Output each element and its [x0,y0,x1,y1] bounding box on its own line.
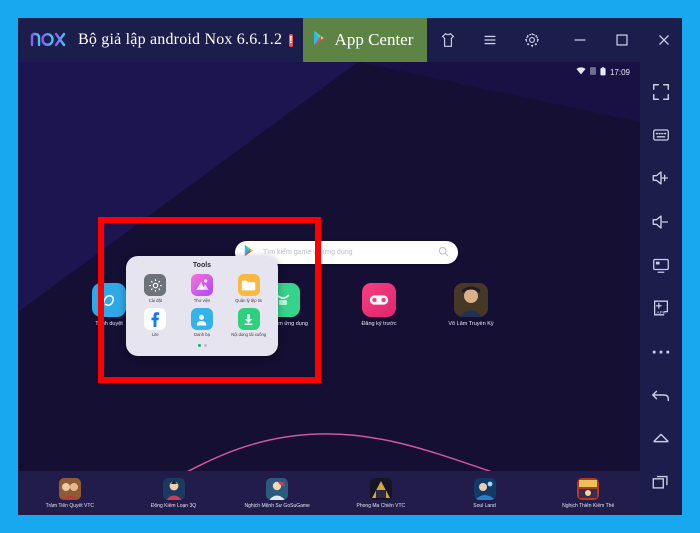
folder-app-label: Thư viện [193,298,211,303]
downloads-icon [237,308,260,330]
screenshot-icon[interactable] [640,243,682,286]
status-time: 17:09 [609,67,630,77]
title-bar: Bộ giả lập android Nox 6.6.1.2 ! App Cen… [18,18,682,62]
svg-text:APK: APK [656,310,666,316]
desktop-icon-vltk[interactable]: Võ Lâm Truyền Kỳ [440,283,502,328]
file-manager-icon [237,274,260,296]
facebook-lite-icon [144,308,167,330]
nox-emulator-window: Bộ giả lập android Nox 6.6.1.2 ! App Cen… [0,0,700,533]
gear-icon[interactable] [511,18,553,62]
battery-icon [600,66,606,78]
dock-item-label: Phong Ma Chiến VTC [356,502,406,509]
folder-app-settings[interactable]: Cài đặt [132,274,179,304]
maximize-icon[interactable] [601,18,643,62]
game-phongma-icon [369,477,392,500]
folder-app-file-manager[interactable]: Quản lý tệp tin [225,274,272,304]
search-icon[interactable] [438,244,449,262]
volume-up-icon[interactable] [640,157,682,200]
home-icon[interactable] [640,417,682,460]
dock-item-label: Trảm Tiên Quyết VTC [45,502,95,509]
signal-icon [589,67,596,77]
game-soulland-icon [473,477,496,500]
collapse-icon[interactable] [685,18,700,62]
folder-title: Tools [192,262,212,269]
folder-app-grid: Cài đặt Thư viện Quản lý tệp tin Lite Da… [126,274,278,338]
wifi-icon [576,67,586,77]
tools-folder[interactable]: Tools Cài đặt Thư viện Quản lý tệp tin L… [126,256,278,356]
game-dongkiem-icon [162,477,185,500]
game-nghichmenh-icon [266,477,289,500]
tshirt-theme-icon[interactable] [427,18,469,62]
game-nghichthien-icon [577,477,600,500]
install-apk-icon[interactable]: APK [640,287,682,330]
pre-register-icon [362,283,396,317]
folder-page-dots [126,334,278,352]
app-center-label: App Center [334,30,414,49]
folder-app-label: Cài đặt [148,298,162,303]
emulator-screen[interactable]: 17:09 Trình duyệt Trung tâm ứng dụng Đăn… [18,62,640,515]
keyboard-icon[interactable] [640,113,682,156]
page-dot [203,344,207,347]
window-title: Bộ giả lập android Nox 6.6.1.2 [78,31,283,48]
desktop-icon-pre-register[interactable]: Đăng ký trước [348,283,410,328]
dock-item-label: Soul Land [473,502,496,509]
folder-app-gallery[interactable]: Thư viện [179,274,226,304]
status-bar: 17:09 [576,62,630,82]
game-tramtien-icon [58,477,81,500]
more-icon[interactable] [640,330,682,373]
gallery-icon [190,274,213,296]
volume-down-icon[interactable] [640,200,682,243]
back-icon[interactable] [640,373,682,416]
settings-icon [144,274,167,296]
warning-badge: ! [289,33,293,47]
dock-item-label: Nghịch Mệnh Sư GoSuGame [244,502,310,509]
dock-item-1[interactable]: Đông Kiếm Loạn 3Q [122,477,226,509]
dock-item-5[interactable]: Nghịch Thiên Kiếm Thế [536,477,640,509]
dock-item-4[interactable]: Soul Land [433,477,537,509]
recents-icon[interactable] [640,460,682,503]
dock-item-0[interactable]: Trảm Tiên Quyết VTC [18,477,122,509]
search-input[interactable]: Tìm kiếm game và ứng dụng [263,249,431,256]
close-icon[interactable] [643,18,685,62]
desktop-icon-label: Võ Lâm Truyền Kỳ [448,321,494,327]
contacts-icon [190,308,213,330]
window-controls [427,18,700,62]
dock-item-3[interactable]: Phong Ma Chiến VTC [329,477,433,509]
dock-item-2[interactable]: Nghịch Mệnh Sư GoSuGame [225,477,329,509]
desktop-icon-label: Đăng ký trước [361,321,397,327]
folder-app-label: Quản lý tệp tin [235,298,263,303]
right-toolbar: APK [640,62,682,515]
app-center-button[interactable]: App Center [302,18,428,62]
nox-logo [30,30,70,50]
dock-item-label: Đông Kiếm Loạn 3Q [150,502,197,509]
page-dot-active [197,344,201,347]
browser-icon [92,283,126,317]
game-vltk-icon [454,283,488,317]
dock-item-label: Nghịch Thiên Kiếm Thế [562,502,615,509]
minimize-icon[interactable] [559,18,601,62]
fullscreen-icon[interactable] [640,70,682,113]
menu-icon[interactable] [469,18,511,62]
dock: Trảm Tiên Quyết VTC Đông Kiếm Loạn 3Q Ng… [18,471,640,515]
play-store-icon [313,30,328,51]
